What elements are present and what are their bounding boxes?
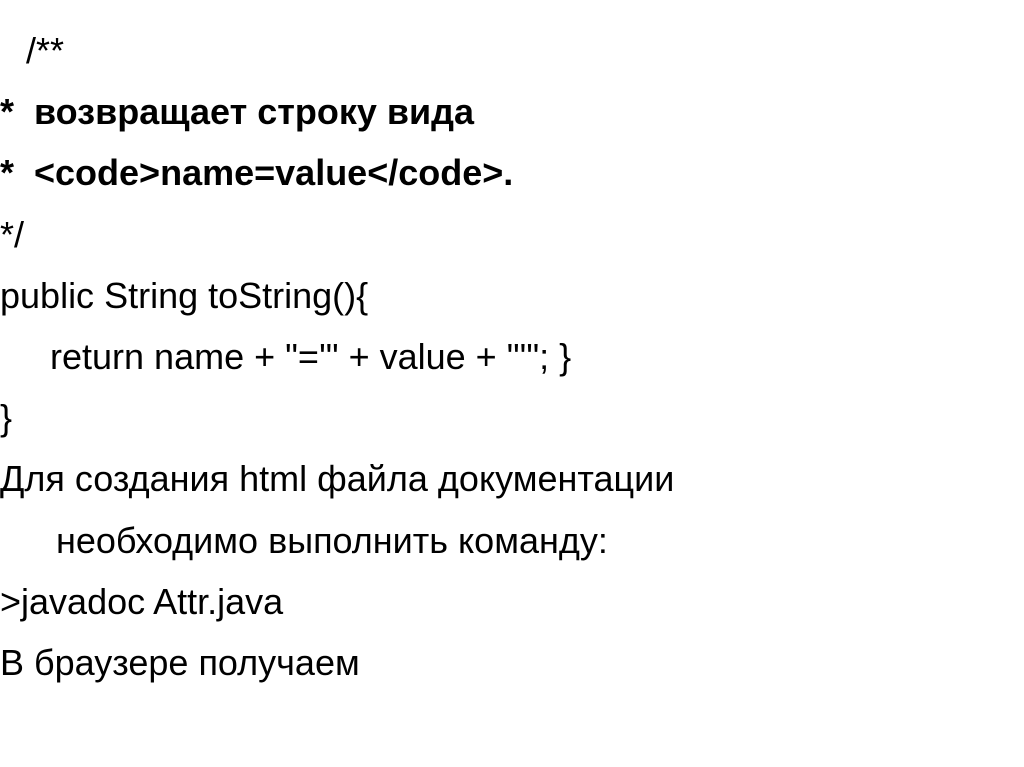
text-line-8b: необходимо выполнить команду: <box>0 510 1024 571</box>
code-line-3: * <code>name=value</code>. <box>0 142 1024 203</box>
code-line-1: /** <box>0 20 1024 81</box>
code-line-2: * возвращает строку вида <box>0 81 1024 142</box>
text-line-10: В браузере получаем <box>0 632 1024 693</box>
text-line-8a: Для создания html файла документации <box>0 448 1024 509</box>
slide-content: /** * возвращает строку вида * <code>nam… <box>0 0 1024 693</box>
code-line-4: */ <box>0 204 1024 265</box>
code-line-7: } <box>0 387 1024 448</box>
code-line-6: return name + "='" + value + "'"; } <box>0 326 1024 387</box>
text-line-9: >javadoc Attr.java <box>0 571 1024 632</box>
code-line-5: public String toString(){ <box>0 265 1024 326</box>
